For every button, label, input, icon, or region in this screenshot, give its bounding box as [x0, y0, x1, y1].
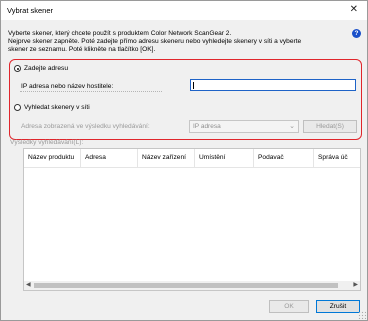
ip-address-input[interactable]: [190, 79, 356, 91]
results-label: Výsledky vyhledávání(L):: [10, 139, 84, 146]
column-account-management[interactable]: Správa úč: [314, 149, 360, 167]
chevron-down-icon: ⌄: [289, 123, 295, 130]
column-product-name[interactable]: Název produktu: [24, 149, 81, 167]
results-table-header: Název produktu Adresa Název zařízení Umí…: [24, 149, 360, 168]
display-address-select[interactable]: IP adresa ⌄: [189, 120, 299, 133]
window-title: Vybrat skener: [7, 6, 53, 15]
intro-line-3: skener ze seznamu. Poté klikněte na tlač…: [8, 46, 156, 54]
resize-grip-icon[interactable]: [358, 311, 366, 319]
display-address-label: Adresa zobrazená ve výsledku vyhledávání…: [21, 123, 150, 130]
column-address[interactable]: Adresa: [81, 149, 138, 167]
scroll-left-icon[interactable]: ◀: [26, 281, 31, 290]
scroll-right-icon[interactable]: ▶: [353, 281, 358, 290]
cancel-button[interactable]: Zrušit: [316, 300, 360, 313]
help-icon[interactable]: ?: [352, 29, 361, 38]
text-caret: [193, 82, 194, 89]
search-radio[interactable]: [14, 104, 21, 111]
column-feeder[interactable]: Podavač: [254, 149, 314, 167]
scroll-thumb[interactable]: [34, 283, 338, 288]
ok-button[interactable]: OK: [269, 300, 309, 313]
column-device-name[interactable]: Název zařízení: [138, 149, 195, 167]
ip-field-label: IP adresa nebo název hostitele:: [21, 83, 114, 90]
search-button[interactable]: Hledat(S): [303, 120, 357, 133]
select-scanner-dialog: Vybrat skener ✕ Vyberte skener, který ch…: [0, 0, 368, 321]
intro-line-2: Nejprve skener zapněte. Poté zadejte pří…: [8, 38, 302, 46]
address-radio-label[interactable]: Zadejte adresu: [24, 65, 68, 72]
title-bar: Vybrat skener ✕: [1, 1, 367, 20]
intro-text: Vyberte skener, který chcete použít s pr…: [8, 30, 328, 55]
results-table[interactable]: Název produktu Adresa Název zařízení Umí…: [23, 148, 361, 291]
search-radio-label[interactable]: Vyhledat skenery v síti: [24, 104, 90, 111]
address-radio[interactable]: [14, 65, 21, 72]
horizontal-scrollbar[interactable]: ◀ ▶: [24, 281, 360, 290]
column-location[interactable]: Umístění: [195, 149, 254, 167]
close-icon[interactable]: ✕: [350, 4, 358, 16]
field-label-underline: [20, 91, 162, 92]
intro-line-1: Vyberte skener, který chcete použít s pr…: [8, 30, 232, 37]
display-address-value: IP adresa: [193, 123, 221, 130]
